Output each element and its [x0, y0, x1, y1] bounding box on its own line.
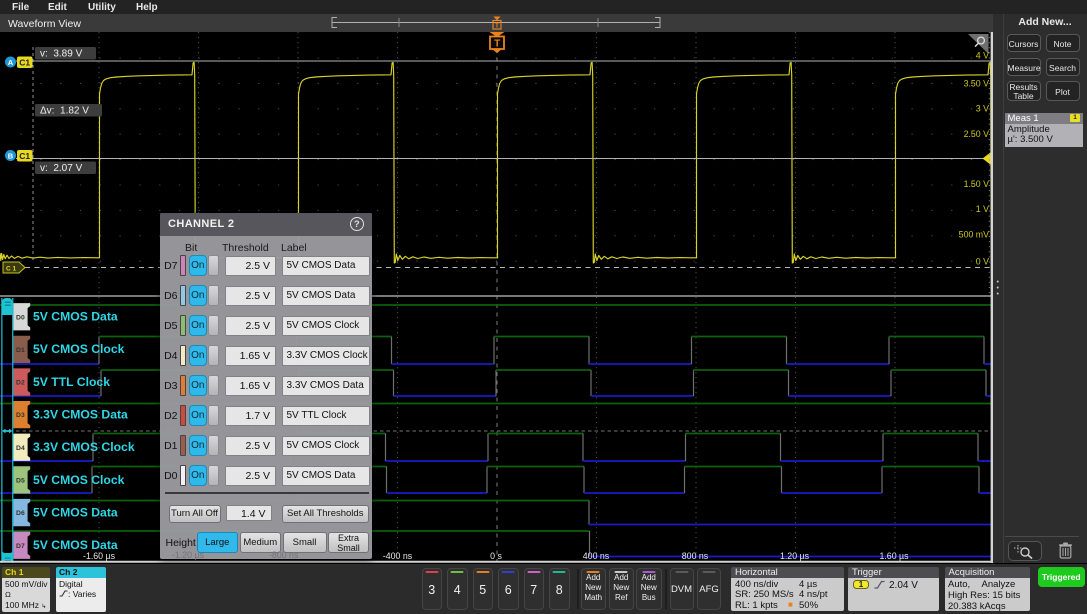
svg-text:0 s: 0 s: [490, 551, 502, 561]
svg-text:D7: D7: [16, 543, 25, 550]
svg-text:D2: D2: [16, 380, 25, 387]
svg-text:4 V: 4 V: [976, 51, 989, 61]
svg-text:1.60 µs: 1.60 µs: [879, 551, 909, 561]
svg-text:C1: C1: [19, 151, 30, 161]
svg-text:T: T: [495, 23, 500, 30]
svg-text:5V TTL Clock: 5V TTL Clock: [33, 375, 110, 389]
svg-text:-1.60 µs: -1.60 µs: [83, 551, 116, 561]
svg-text:3.3V CMOS Data: 3.3V CMOS Data: [33, 408, 128, 422]
svg-text:3 V: 3 V: [976, 104, 989, 114]
svg-text:5V CMOS Clock: 5V CMOS Clock: [33, 342, 125, 356]
svg-text:2.50 V: 2.50 V: [964, 129, 990, 139]
svg-text:v: 2.07 V: v: 2.07 V: [40, 163, 83, 174]
svg-text:1 V: 1 V: [976, 204, 989, 214]
svg-text:5V CMOS Clock: 5V CMOS Clock: [33, 473, 125, 487]
svg-text:C 1: C 1: [6, 266, 17, 273]
svg-text:D5: D5: [16, 478, 25, 485]
svg-text:1.50 V: 1.50 V: [964, 179, 990, 189]
svg-text:D0: D0: [16, 314, 25, 321]
svg-text:400 ns: 400 ns: [583, 551, 610, 561]
svg-text:C1: C1: [19, 58, 30, 68]
svg-text:5V CMOS Data: 5V CMOS Data: [33, 538, 118, 552]
svg-text:500 mV: 500 mV: [959, 230, 989, 240]
svg-text:5V CMOS Data: 5V CMOS Data: [33, 310, 118, 324]
svg-text:B: B: [8, 152, 14, 161]
svg-text:D1: D1: [16, 347, 25, 354]
svg-text:5V CMOS Data: 5V CMOS Data: [33, 505, 118, 519]
svg-text:-400 ns: -400 ns: [383, 551, 413, 561]
svg-text:v: 3.89 V: v: 3.89 V: [40, 49, 83, 60]
svg-text:3.50 V: 3.50 V: [964, 79, 990, 89]
svg-text:T: T: [494, 39, 500, 50]
svg-text:D4: D4: [16, 445, 25, 452]
svg-text:A: A: [8, 58, 14, 67]
svg-text:1.20 µs: 1.20 µs: [780, 551, 810, 561]
svg-text:0 V: 0 V: [976, 257, 989, 267]
svg-text:3.3V CMOS Clock: 3.3V CMOS Clock: [33, 440, 135, 454]
svg-text:D6: D6: [16, 510, 25, 517]
svg-text:Δv: 1.82 V: Δv: 1.82 V: [40, 106, 89, 117]
svg-text:800 ns: 800 ns: [682, 551, 709, 561]
svg-text:D3: D3: [16, 412, 25, 419]
